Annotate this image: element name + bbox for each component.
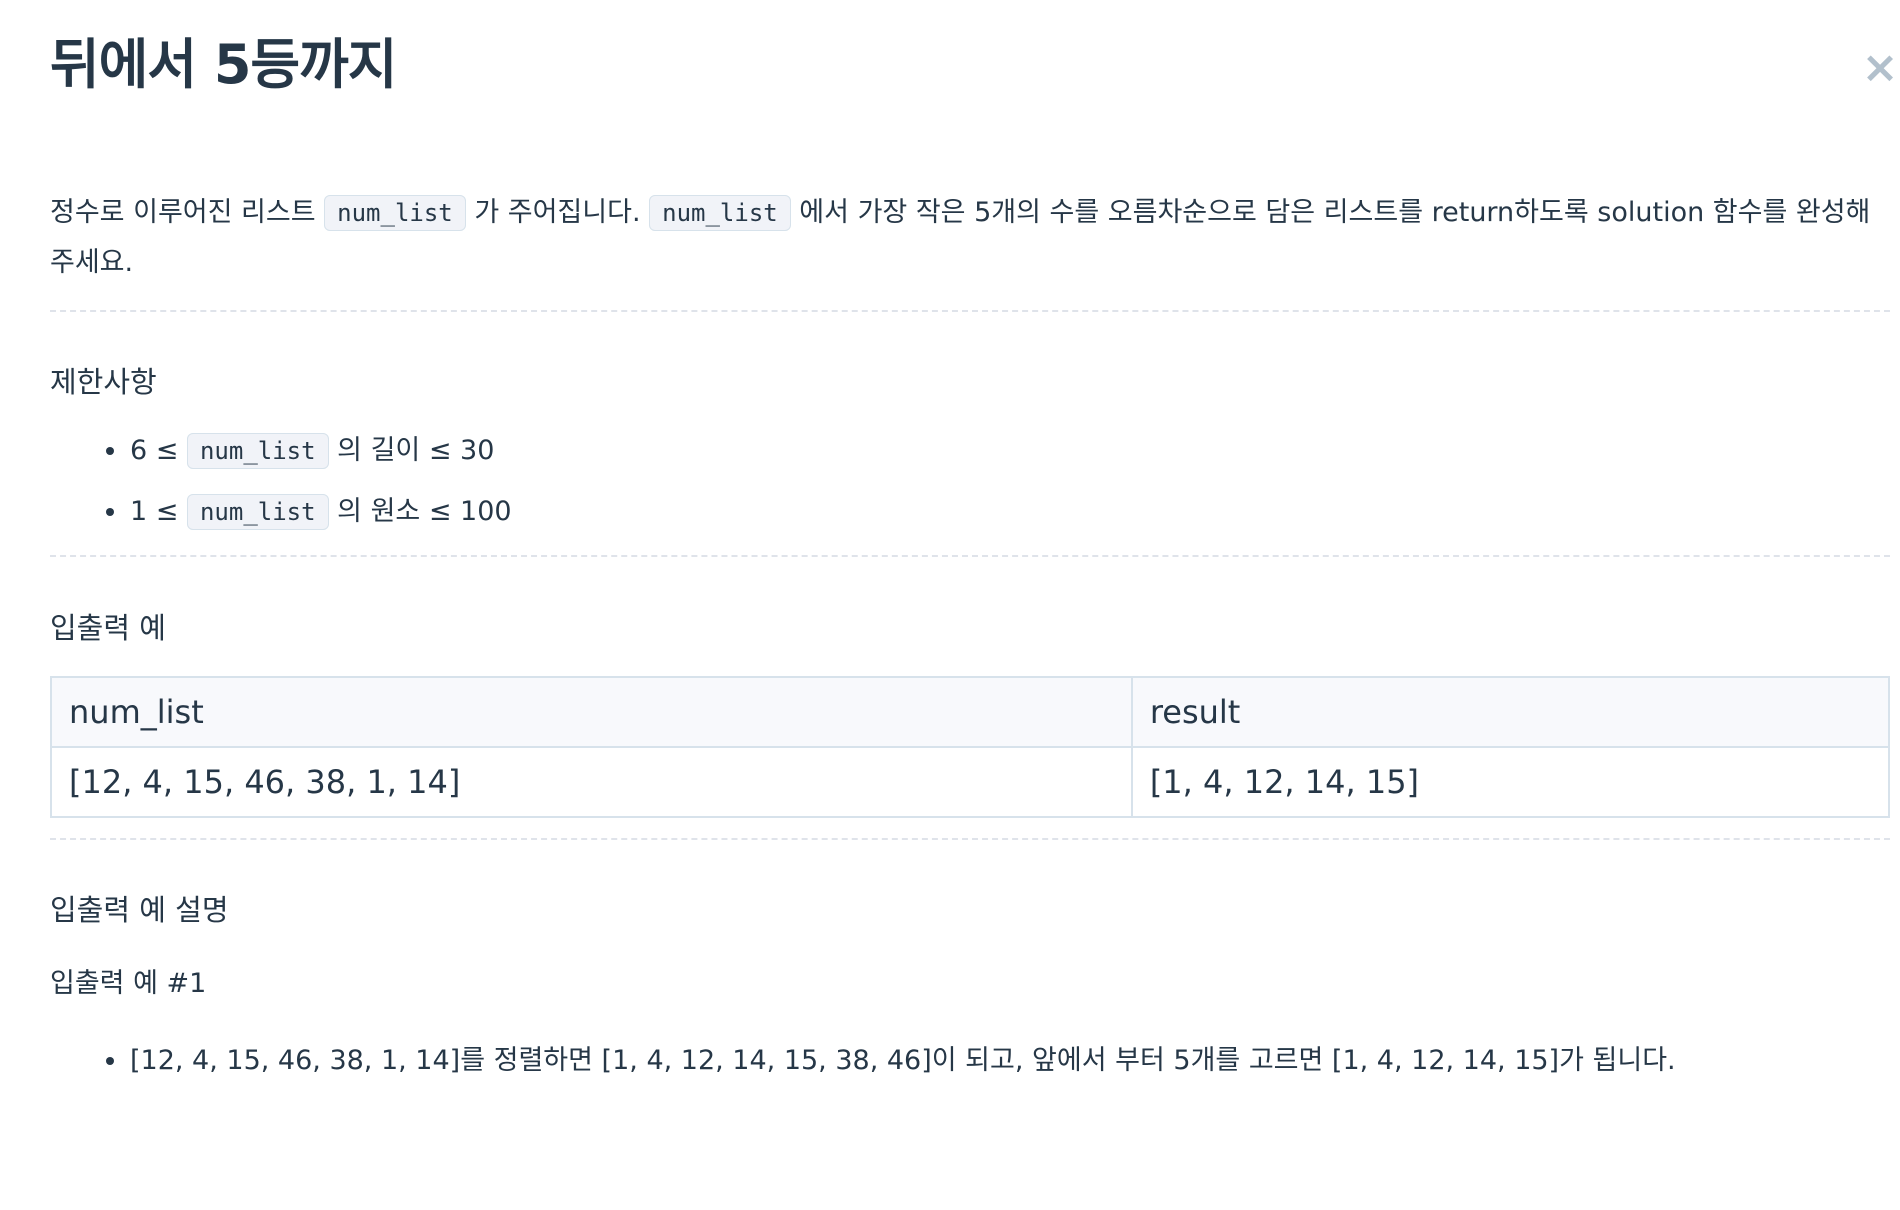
close-button[interactable]: × xyxy=(1860,46,1900,90)
column-header: result xyxy=(1130,676,1891,748)
section-divider xyxy=(50,838,1890,840)
constraint-suffix: 의 길이 ≤ 30 xyxy=(328,435,495,466)
table-row: [12, 4, 15, 46, 38, 1, 14] [1, 4, 12, 14… xyxy=(50,746,1891,818)
constraint-suffix: 의 원소 ≤ 100 xyxy=(328,496,512,527)
problem-description: 정수로 이루어진 리스트 num_list 가 주어집니다. num_list … xyxy=(50,188,1890,288)
table-cell: [1, 4, 12, 14, 15] xyxy=(1130,746,1891,818)
constraints-heading: 제한사항 xyxy=(50,365,157,399)
description-text: 정수로 이루어진 리스트 xyxy=(50,197,325,228)
description-text: 가 주어집니다. xyxy=(465,197,650,228)
table-header-row: num_list result xyxy=(50,676,1891,748)
section-divider xyxy=(50,310,1890,312)
inline-code: num_list xyxy=(186,494,329,530)
examples-heading: 입출력 예 xyxy=(50,611,166,645)
constraint-item: 1 ≤ num_list 의 원소 ≤ 100 xyxy=(106,481,512,542)
constraint-prefix: 6 ≤ xyxy=(130,435,187,466)
constraints-list: 6 ≤ num_list 의 길이 ≤ 30 1 ≤ num_list 의 원소… xyxy=(50,420,512,542)
constraint-item: 6 ≤ num_list 의 길이 ≤ 30 xyxy=(106,420,512,481)
inline-code: num_list xyxy=(649,195,791,231)
inline-code: num_list xyxy=(186,433,329,469)
section-divider xyxy=(50,555,1890,557)
explanation-item: [12, 4, 15, 46, 38, 1, 14]를 정렬하면 [1, 4, … xyxy=(106,1030,1676,1091)
examples-table: num_list result [12, 4, 15, 46, 38, 1, 1… xyxy=(50,676,1891,818)
example-subheading: 입출력 예 #1 xyxy=(50,968,207,999)
table-cell: [12, 4, 15, 46, 38, 1, 14] xyxy=(50,746,1133,818)
explanation-list: [12, 4, 15, 46, 38, 1, 14]를 정렬하면 [1, 4, … xyxy=(50,1030,1676,1091)
explanation-heading: 입출력 예 설명 xyxy=(50,893,229,927)
inline-code: num_list xyxy=(324,195,466,231)
column-header: num_list xyxy=(50,676,1133,748)
constraint-prefix: 1 ≤ xyxy=(130,496,187,527)
page-title: 뒤에서 5등까지 xyxy=(50,33,397,96)
